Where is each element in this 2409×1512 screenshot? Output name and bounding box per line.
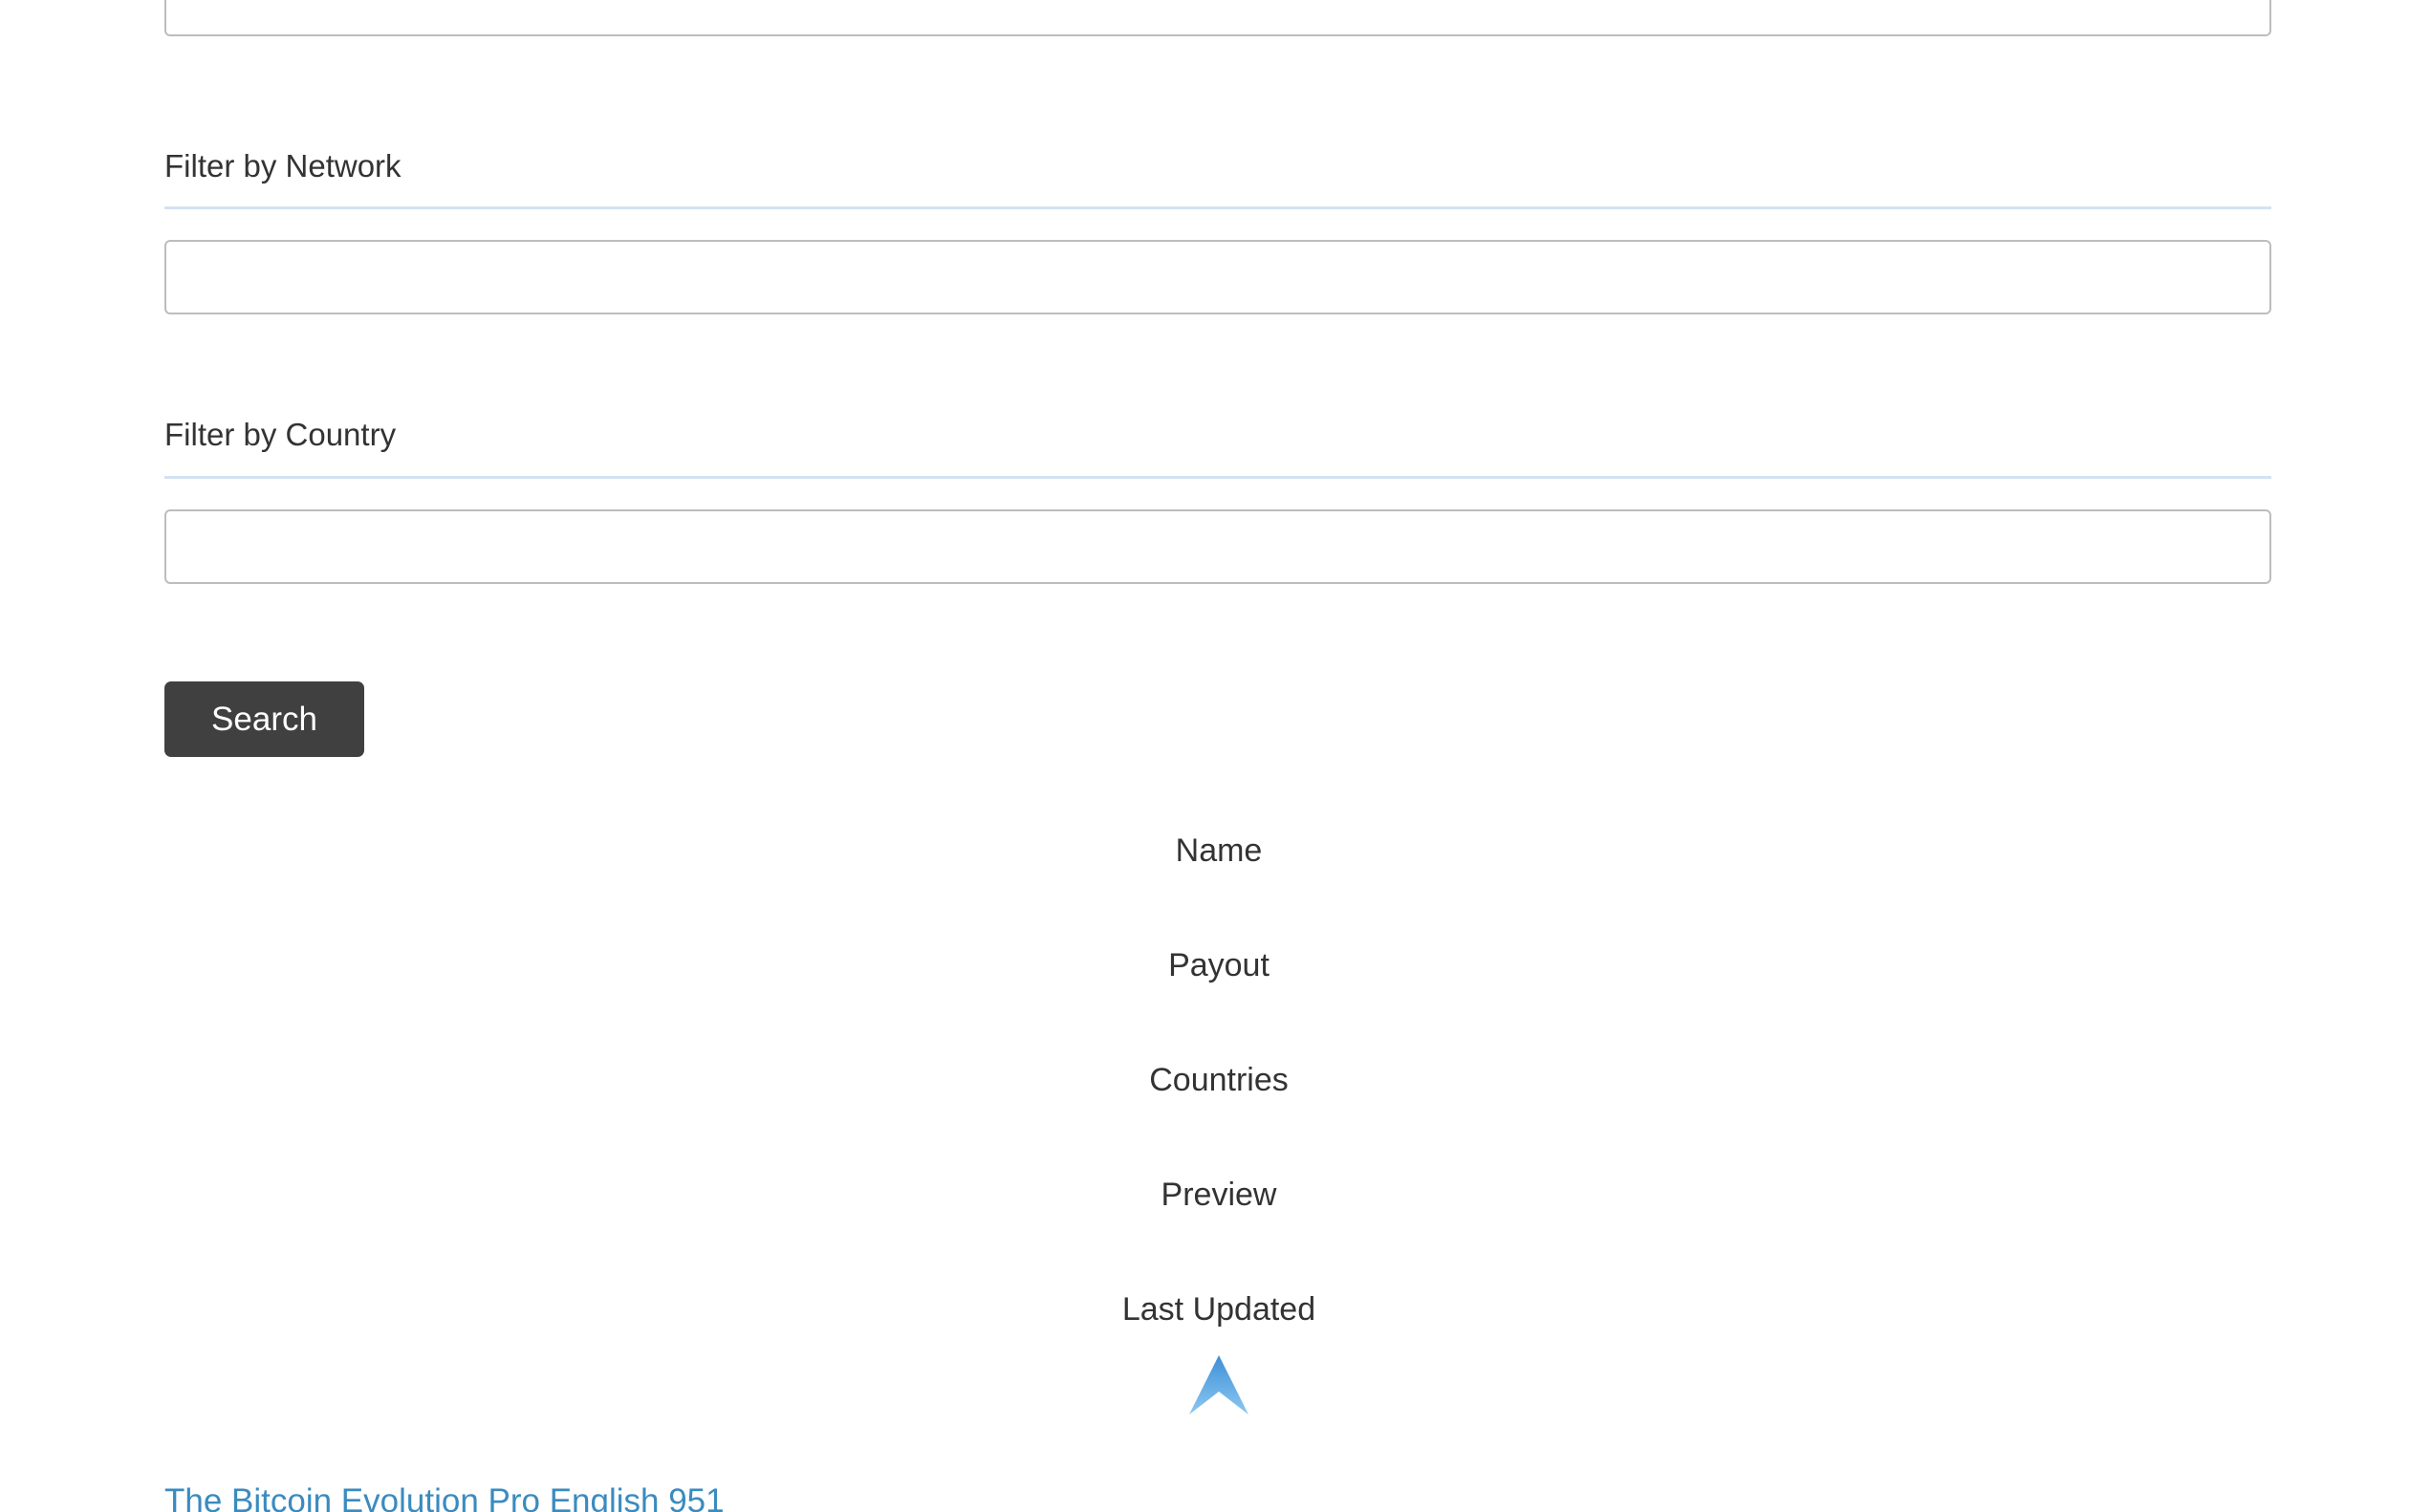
- country-filter-divider: [164, 476, 2271, 479]
- offers-page: Filter by Network Filter by Country Sear…: [0, 0, 2409, 1512]
- column-header-countries[interactable]: Countries: [0, 1064, 2409, 1096]
- search-button[interactable]: Search: [164, 681, 364, 757]
- network-filter-input[interactable]: [164, 240, 2271, 314]
- country-filter-input[interactable]: [164, 509, 2271, 584]
- column-header-payout[interactable]: Payout: [0, 949, 2409, 982]
- network-filter-divider: [164, 206, 2271, 209]
- top-filter-input[interactable]: [164, 0, 2271, 36]
- network-filter-label: Filter by Network: [164, 148, 402, 184]
- column-header-last-updated[interactable]: Last Updated: [0, 1293, 2409, 1326]
- column-header-preview[interactable]: Preview: [0, 1178, 2409, 1211]
- column-header-name[interactable]: Name: [0, 834, 2409, 867]
- chevron-up-icon[interactable]: [1187, 1353, 1250, 1416]
- result-offer-link[interactable]: The Bitcoin Evolution Pro English 951: [164, 1484, 725, 1512]
- country-filter-label: Filter by Country: [164, 417, 397, 452]
